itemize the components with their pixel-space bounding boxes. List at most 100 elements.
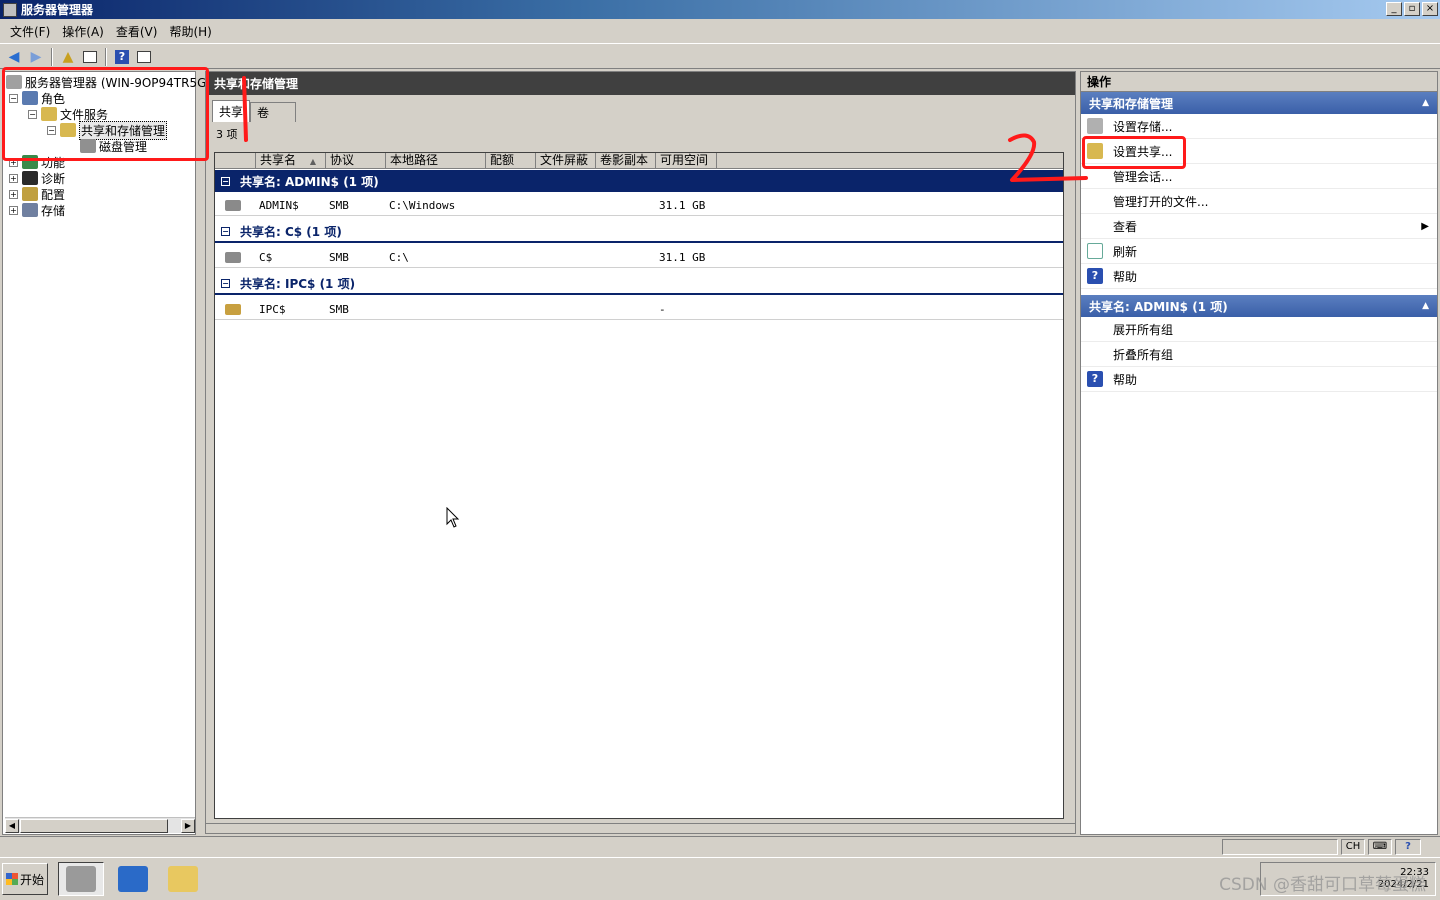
help-icon[interactable]: ? (112, 47, 132, 67)
table-row[interactable]: IPC$ SMB - (215, 298, 1063, 320)
collapse-icon[interactable]: − (9, 93, 18, 103)
group-header-admin[interactable]: − 共享名: ADMIN$ (1 项) (215, 170, 1063, 192)
action-label: 展开所有组 (1113, 322, 1174, 337)
collapse-up-icon[interactable]: ▲ (1422, 98, 1429, 108)
tree-label: 配置 (41, 187, 66, 202)
table-row[interactable]: C$ SMB C:\ 31.1 GB (215, 246, 1063, 268)
restore-button[interactable]: ▫ (1404, 2, 1420, 16)
forward-icon[interactable]: ▶ (26, 47, 46, 67)
action-provision-share[interactable]: 设置共享... (1081, 139, 1437, 164)
keyboard-icon[interactable]: ⌨ (1368, 839, 1392, 855)
title-bar: 服务器管理器 _ ▫ × (0, 0, 1440, 19)
actions-title: 操作 (1081, 72, 1437, 92)
actions-section-share-admin[interactable]: 共享名: ADMIN$ (1 项) ▲ (1081, 295, 1437, 317)
expand-icon[interactable]: + (9, 157, 18, 167)
status-cell (1222, 839, 1338, 855)
tree-item-share-storage[interactable]: − 共享和存储管理 (47, 120, 168, 140)
expand-icon[interactable]: + (9, 173, 18, 183)
action-view[interactable]: 查看 ▶ (1081, 214, 1437, 239)
column-local-path[interactable]: 本地路径 (385, 153, 485, 169)
item-count: 3 项 (216, 128, 238, 141)
section-label: 共享和存储管理 (1089, 96, 1174, 111)
menu-bar: 文件(F) 操作(A) 查看(V) 帮助(H) (0, 19, 1440, 44)
tree-item-roles[interactable]: − 角色 (9, 90, 65, 106)
show-hide-tree-icon[interactable] (80, 47, 100, 67)
group-header-ipc[interactable]: − 共享名: IPC$ (1 项) (215, 273, 1063, 295)
tab-shares[interactable]: 共享 (212, 100, 251, 122)
action-manage-open-files[interactable]: 管理打开的文件... (1081, 189, 1437, 214)
column-free-space[interactable]: 可用空间 (655, 153, 717, 169)
expand-icon[interactable]: + (9, 205, 18, 215)
watermark: CSDN @香甜可口草莓蛋糕 (1219, 875, 1426, 895)
collapse-icon[interactable]: − (221, 176, 230, 186)
taskbar-powershell[interactable] (110, 862, 156, 896)
help-icon: ? (1087, 268, 1103, 284)
results-pane: 共享和存储管理 共享 卷 3 项 共享名 ▲ 协议 本地路径 配额 文件屏蔽 卷… (205, 71, 1076, 834)
cell-protocol: SMB (329, 251, 349, 264)
column-headers: 共享名 ▲ 协议 本地路径 配额 文件屏蔽 卷影副本 可用空间 (215, 153, 1063, 169)
tree-item-configuration[interactable]: + 配置 (9, 186, 65, 202)
scroll-left-icon[interactable]: ◀ (5, 819, 19, 833)
show-action-pane-icon[interactable] (134, 47, 154, 67)
center-scrollbar[interactable] (206, 823, 1075, 833)
expand-icon[interactable]: + (9, 189, 18, 199)
action-help-2[interactable]: ? 帮助 (1081, 367, 1437, 392)
tree-root-label: 服务器管理器 (WIN-9OP94TR5GT (25, 75, 214, 90)
share-storage-icon (60, 123, 76, 137)
action-provision-storage[interactable]: 设置存储... (1081, 114, 1437, 139)
action-expand-all[interactable]: 展开所有组 (1081, 317, 1437, 342)
tree-root[interactable]: 服务器管理器 (WIN-9OP94TR5GT (6, 74, 213, 90)
tree-item-disk-management[interactable]: 磁盘管理 (80, 138, 147, 154)
tab-strip: 共享 卷 (212, 100, 297, 122)
collapse-icon[interactable]: − (28, 109, 37, 119)
column-share-name[interactable]: 共享名 ▲ (255, 153, 325, 169)
mouse-cursor-icon (446, 507, 460, 528)
taskbar-explorer[interactable] (160, 862, 206, 896)
collapse-icon[interactable]: − (221, 278, 230, 288)
server-manager-icon (3, 2, 17, 17)
actions-pane: 操作 共享和存储管理 ▲ 设置存储... 设置共享... 管理会话... 管理打… (1080, 71, 1438, 835)
server-icon (6, 75, 22, 89)
column-protocol[interactable]: 协议 (325, 153, 385, 169)
close-button[interactable]: × (1422, 2, 1438, 16)
action-collapse-all[interactable]: 折叠所有组 (1081, 342, 1437, 367)
up-folder-icon[interactable]: ▲ (58, 47, 78, 67)
server-manager-icon (66, 866, 96, 892)
action-refresh[interactable]: 刷新 (1081, 239, 1437, 264)
column-shadow-copies[interactable]: 卷影副本 (595, 153, 655, 169)
column-quota[interactable]: 配额 (485, 153, 535, 169)
tree-item-features[interactable]: + 功能 (9, 154, 65, 170)
actions-section-share-storage[interactable]: 共享和存储管理 ▲ (1081, 92, 1437, 114)
start-button[interactable]: 开始 (2, 863, 48, 895)
action-label: 查看 (1113, 219, 1138, 234)
group-header-c[interactable]: − 共享名: C$ (1 项) (215, 221, 1063, 243)
help-icon[interactable]: ? (1395, 839, 1421, 855)
group-label: 共享名: C$ (1 项) (240, 224, 342, 239)
column-file-screen[interactable]: 文件屏蔽 (535, 153, 595, 169)
action-label: 管理会话... (1113, 169, 1173, 184)
taskbar-server-manager[interactable] (58, 862, 104, 896)
tree-item-storage[interactable]: + 存储 (9, 202, 65, 218)
folder-icon (168, 866, 198, 892)
minimize-button[interactable]: _ (1386, 2, 1402, 16)
collapse-up-icon[interactable]: ▲ (1422, 301, 1429, 311)
menu-help[interactable]: 帮助(H) (163, 21, 217, 42)
tab-volumes[interactable]: 卷 (250, 102, 297, 122)
action-help[interactable]: ? 帮助 (1081, 264, 1437, 289)
collapse-icon[interactable]: − (221, 226, 230, 236)
scroll-thumb[interactable] (20, 819, 168, 833)
language-indicator[interactable]: CH (1341, 839, 1365, 855)
window-title: 服务器管理器 (21, 3, 94, 17)
tree-horizontal-scrollbar[interactable]: ◀ ▶ (5, 817, 195, 833)
menu-file[interactable]: 文件(F) (4, 21, 56, 42)
action-manage-sessions[interactable]: 管理会话... (1081, 164, 1437, 189)
tree-label: 诊断 (41, 171, 66, 186)
tree-item-diagnostics[interactable]: + 诊断 (9, 170, 65, 186)
back-icon[interactable]: ◀ (4, 47, 24, 67)
menu-view[interactable]: 查看(V) (110, 21, 164, 42)
scroll-right-icon[interactable]: ▶ (181, 819, 195, 833)
collapse-icon[interactable]: − (47, 125, 56, 135)
submenu-arrow-icon: ▶ (1421, 220, 1429, 232)
menu-action[interactable]: 操作(A) (56, 21, 110, 42)
table-row[interactable]: ADMIN$ SMB C:\Windows 31.1 GB (215, 194, 1063, 216)
